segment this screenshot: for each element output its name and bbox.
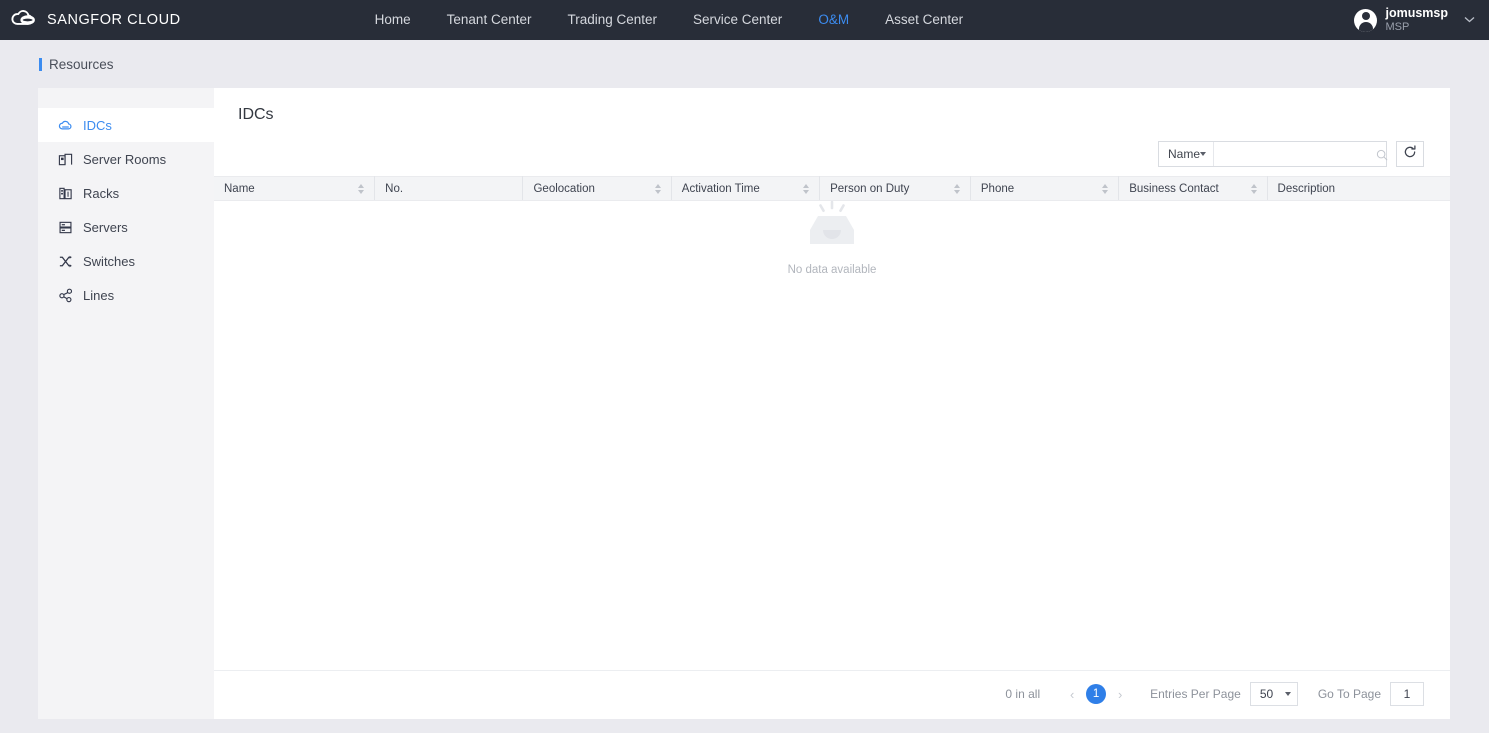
avatar (1354, 8, 1378, 32)
pagination: 0 in all ‹ 1 › Entries Per Page 50 Go To… (1005, 682, 1424, 706)
sidebar-item-label: Lines (83, 287, 115, 303)
server-icon (58, 220, 73, 235)
empty-state-text: No data available (787, 264, 877, 276)
sidebar-item-switches[interactable]: Switches (38, 244, 214, 278)
search-input[interactable] (1221, 147, 1377, 161)
column-header-label: No. (385, 182, 404, 195)
user-menu[interactable]: jomusmsp MSP (1354, 0, 1475, 40)
rack-icon (58, 186, 73, 201)
user-name: jomusmsp (1385, 6, 1448, 21)
top-navigation-bar: SANGFOR CLOUD Home Tenant Center Trading… (0, 0, 1489, 40)
sidebar-item-label: Racks (83, 185, 120, 201)
column-header-person-on-duty[interactable]: Person on Duty (819, 176, 971, 201)
chevron-down-icon (1284, 692, 1291, 696)
sidebar-item-label: Servers (83, 219, 128, 235)
empty-state: No data available (214, 200, 1450, 276)
sidebar-item-server-rooms[interactable]: Server Rooms (38, 142, 214, 176)
breadcrumb-label: Resources (49, 56, 114, 72)
breadcrumb: Resources (0, 57, 114, 72)
brand-logo[interactable]: SANGFOR CLOUD (0, 8, 181, 32)
page-number-1[interactable]: 1 (1086, 684, 1107, 704)
chevron-down-icon[interactable] (1464, 14, 1475, 26)
main-nav: Home Tenant Center Trading Center Servic… (357, 0, 981, 40)
entries-per-page-label: Entries Per Page (1150, 687, 1241, 701)
column-header-label: Phone (980, 182, 1015, 195)
switch-icon (58, 254, 73, 269)
sidebar-item-label: Server Rooms (83, 151, 167, 167)
column-header-activation-time[interactable]: Activation Time (671, 176, 821, 201)
column-header-description[interactable]: Description (1267, 176, 1450, 201)
server-room-icon (58, 152, 73, 167)
sidebar-item-servers[interactable]: Servers (38, 210, 214, 244)
magnifier-icon[interactable] (1376, 148, 1388, 161)
page-title: IDCs (238, 106, 274, 123)
brand-name: SANGFOR CLOUD (47, 12, 181, 28)
breadcrumb-accent-bar (39, 57, 42, 71)
sort-toggle-icon[interactable] (953, 183, 960, 194)
column-header-label: Activation Time (681, 182, 760, 195)
nav-item-asset-center[interactable]: Asset Center (867, 0, 981, 40)
column-header-label: Geolocation (533, 182, 595, 195)
column-header-label: Business Contact (1129, 182, 1219, 195)
search-box: Name (1158, 141, 1388, 167)
empty-inbox-icon (800, 200, 864, 255)
sort-toggle-icon[interactable] (358, 183, 365, 194)
page-body: IDCs Server Rooms Racks Servers Switches… (38, 88, 1450, 719)
footer-divider (214, 670, 1450, 671)
cloud-icon (58, 118, 73, 133)
search-field-select[interactable]: Name (1159, 142, 1215, 166)
sidebar-item-racks[interactable]: Racks (38, 176, 214, 210)
total-count-label: 0 in all (1005, 687, 1041, 701)
column-header-no[interactable]: No. (374, 176, 524, 201)
nav-item-trading-center[interactable]: Trading Center (549, 0, 675, 40)
entries-per-page-value: 50 (1259, 687, 1274, 701)
go-to-page-input[interactable] (1390, 682, 1424, 706)
cloud-logo-icon (10, 8, 40, 32)
search-field-value: Name (1168, 147, 1201, 161)
table-toolbar: Name (1158, 141, 1424, 167)
search-input-wrap (1214, 142, 1394, 166)
sidebar-item-label: Switches (83, 253, 136, 269)
lines-icon (58, 288, 73, 303)
nav-item-home[interactable]: Home (357, 0, 429, 40)
breadcrumb-bar: Resources (0, 40, 1489, 88)
prev-page-button[interactable]: ‹ (1062, 687, 1082, 702)
sort-toggle-icon[interactable] (1250, 183, 1257, 194)
sidebar: IDCs Server Rooms Racks Servers Switches… (38, 88, 214, 719)
nav-item-service-center[interactable]: Service Center (675, 0, 800, 40)
nav-item-tenant-center[interactable]: Tenant Center (429, 0, 550, 40)
sort-toggle-icon[interactable] (1102, 183, 1109, 194)
next-page-button[interactable]: › (1110, 687, 1130, 702)
sort-toggle-icon[interactable] (803, 183, 810, 194)
sidebar-item-idcs[interactable]: IDCs (38, 108, 214, 142)
user-role: MSP (1385, 20, 1410, 33)
data-table: Name No. Geolocation Activation Time Per… (214, 176, 1450, 201)
sidebar-item-lines[interactable]: Lines (38, 278, 214, 312)
chevron-down-icon (1200, 152, 1207, 156)
content-panel: IDCs Name Name No. Geolocation Activatio… (214, 88, 1450, 719)
column-header-name[interactable]: Name (214, 176, 376, 201)
column-header-geolocation[interactable]: Geolocation (522, 176, 672, 201)
column-header-label: Name (224, 182, 255, 195)
table-header-row: Name No. Geolocation Activation Time Per… (214, 176, 1450, 201)
column-header-business-contact[interactable]: Business Contact (1118, 176, 1268, 201)
column-header-label: Person on Duty (830, 182, 910, 195)
column-header-label: Description (1277, 182, 1336, 195)
entries-per-page-select[interactable]: 50 (1249, 682, 1298, 706)
go-to-page-label: Go To Page (1317, 687, 1381, 701)
column-header-phone[interactable]: Phone (970, 176, 1120, 201)
refresh-icon (1403, 144, 1417, 164)
refresh-button[interactable] (1396, 141, 1424, 167)
sort-toggle-icon[interactable] (654, 183, 661, 194)
nav-item-om[interactable]: O&M (800, 0, 867, 40)
sidebar-item-label: IDCs (83, 117, 112, 133)
